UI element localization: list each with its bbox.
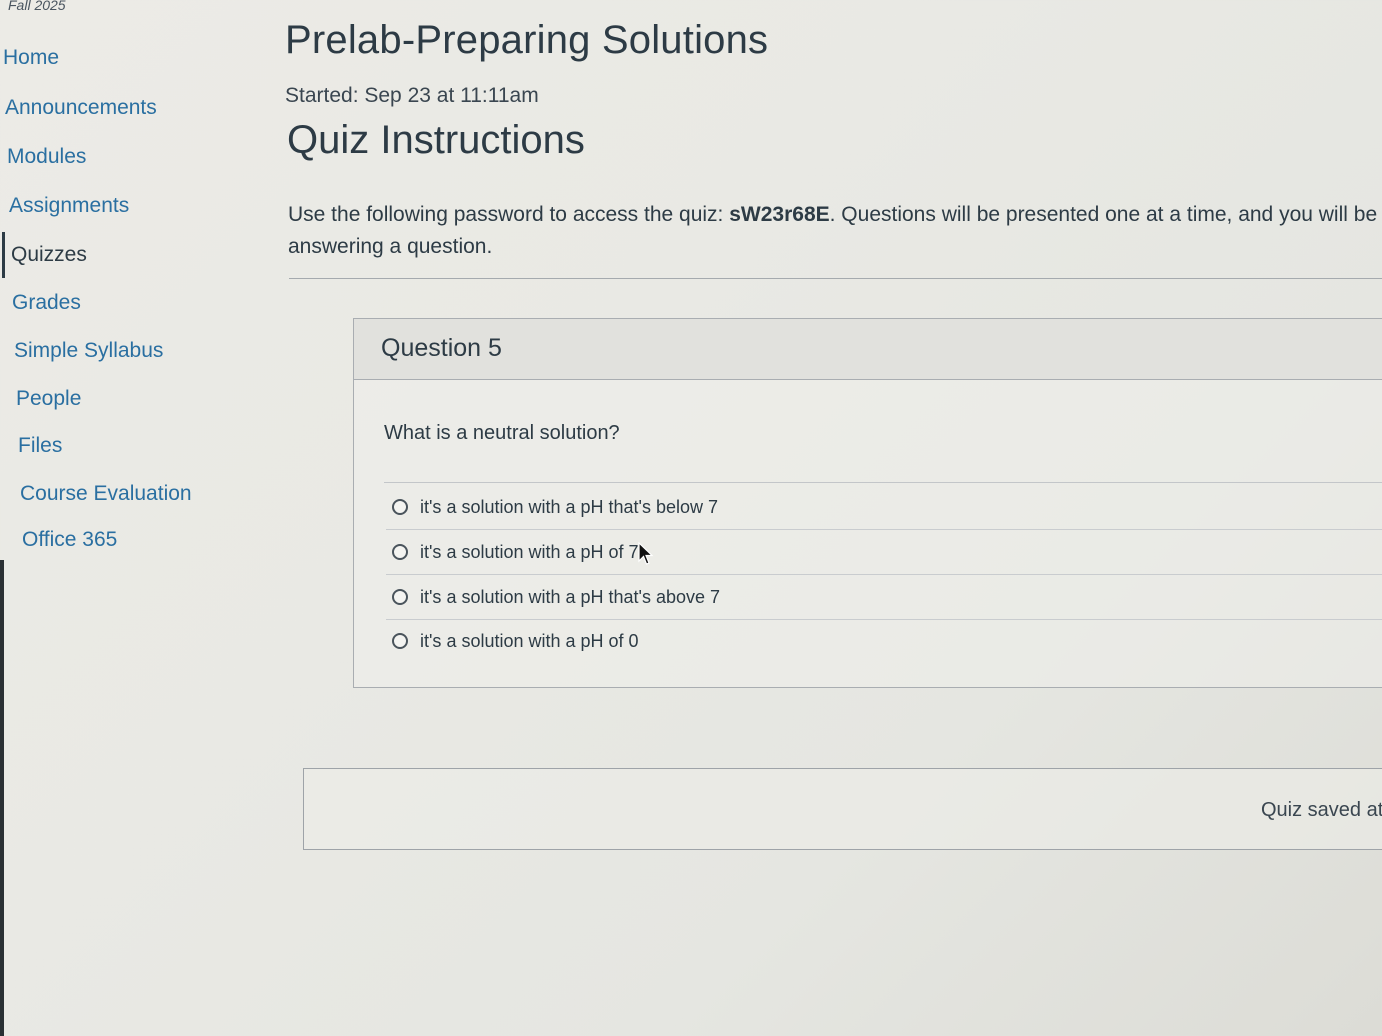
page-title: Prelab-Preparing Solutions: [285, 18, 769, 62]
screen-bezel: [0, 560, 4, 1036]
nav-item-assignments[interactable]: Assignments: [9, 194, 129, 218]
nav-item-files[interactable]: Files: [18, 434, 62, 458]
question-divider: [384, 482, 1382, 483]
answer-label: it's a solution with a pH of 0: [420, 630, 639, 651]
quiz-instructions: Use the following password to access the…: [288, 199, 1382, 263]
answer-option[interactable]: it's a solution with a pH of 0: [386, 619, 1382, 663]
instructions-line-2: answering a question.: [288, 235, 493, 258]
quiz-password: sW23r68E: [729, 203, 830, 226]
instructions-heading: Quiz Instructions: [287, 118, 585, 162]
answer-option[interactable]: it's a solution with a pH of 7: [386, 530, 1382, 575]
question-card: Question 5 What is a neutral solution? i…: [353, 318, 1382, 688]
nav-item-office-365[interactable]: Office 365: [22, 528, 117, 552]
radio-button[interactable]: [392, 633, 408, 649]
radio-button[interactable]: [392, 544, 408, 560]
nav-item-quizzes[interactable]: Quizzes: [2, 232, 87, 278]
quiz-footer: Quiz saved at: [303, 768, 1382, 850]
nav-item-modules[interactable]: Modules: [7, 145, 86, 169]
nav-item-home[interactable]: Home: [3, 46, 59, 70]
radio-button[interactable]: [392, 589, 408, 605]
instructions-line-1: Use the following password to access the…: [288, 199, 1382, 231]
instructions-divider: [289, 278, 1382, 279]
instructions-text-continued: . Questions will be presented one at a t…: [829, 203, 1378, 226]
nav-item-announcements[interactable]: Announcements: [5, 96, 157, 120]
instructions-text: Use the following password to access the…: [288, 203, 730, 226]
radio-button[interactable]: [392, 499, 408, 515]
nav-item-people[interactable]: People: [16, 387, 81, 411]
nav-item-simple-syllabus[interactable]: Simple Syllabus: [14, 339, 163, 363]
answer-option[interactable]: it's a solution with a pH that's above 7: [386, 575, 1382, 620]
question-title: Question 5: [381, 334, 502, 362]
nav-item-grades[interactable]: Grades: [12, 291, 81, 315]
answer-label: it's a solution with a pH that's below 7: [420, 496, 719, 517]
answer-label: it's a solution with a pH of 7: [420, 541, 639, 562]
nav-item-course-evaluation[interactable]: Course Evaluation: [20, 482, 192, 506]
answer-option[interactable]: it's a solution with a pH that's below 7: [386, 485, 1382, 530]
question-header: Question 5: [354, 319, 1382, 380]
started-timestamp: Started: Sep 23 at 11:11am: [285, 84, 539, 107]
question-text: What is a neutral solution?: [384, 422, 620, 444]
answer-label: it's a solution with a pH that's above 7: [420, 586, 721, 607]
course-term: Fall 2025: [8, 0, 66, 13]
mouse-cursor-icon: [638, 542, 654, 565]
quiz-saved-status: Quiz saved at: [1261, 799, 1382, 821]
